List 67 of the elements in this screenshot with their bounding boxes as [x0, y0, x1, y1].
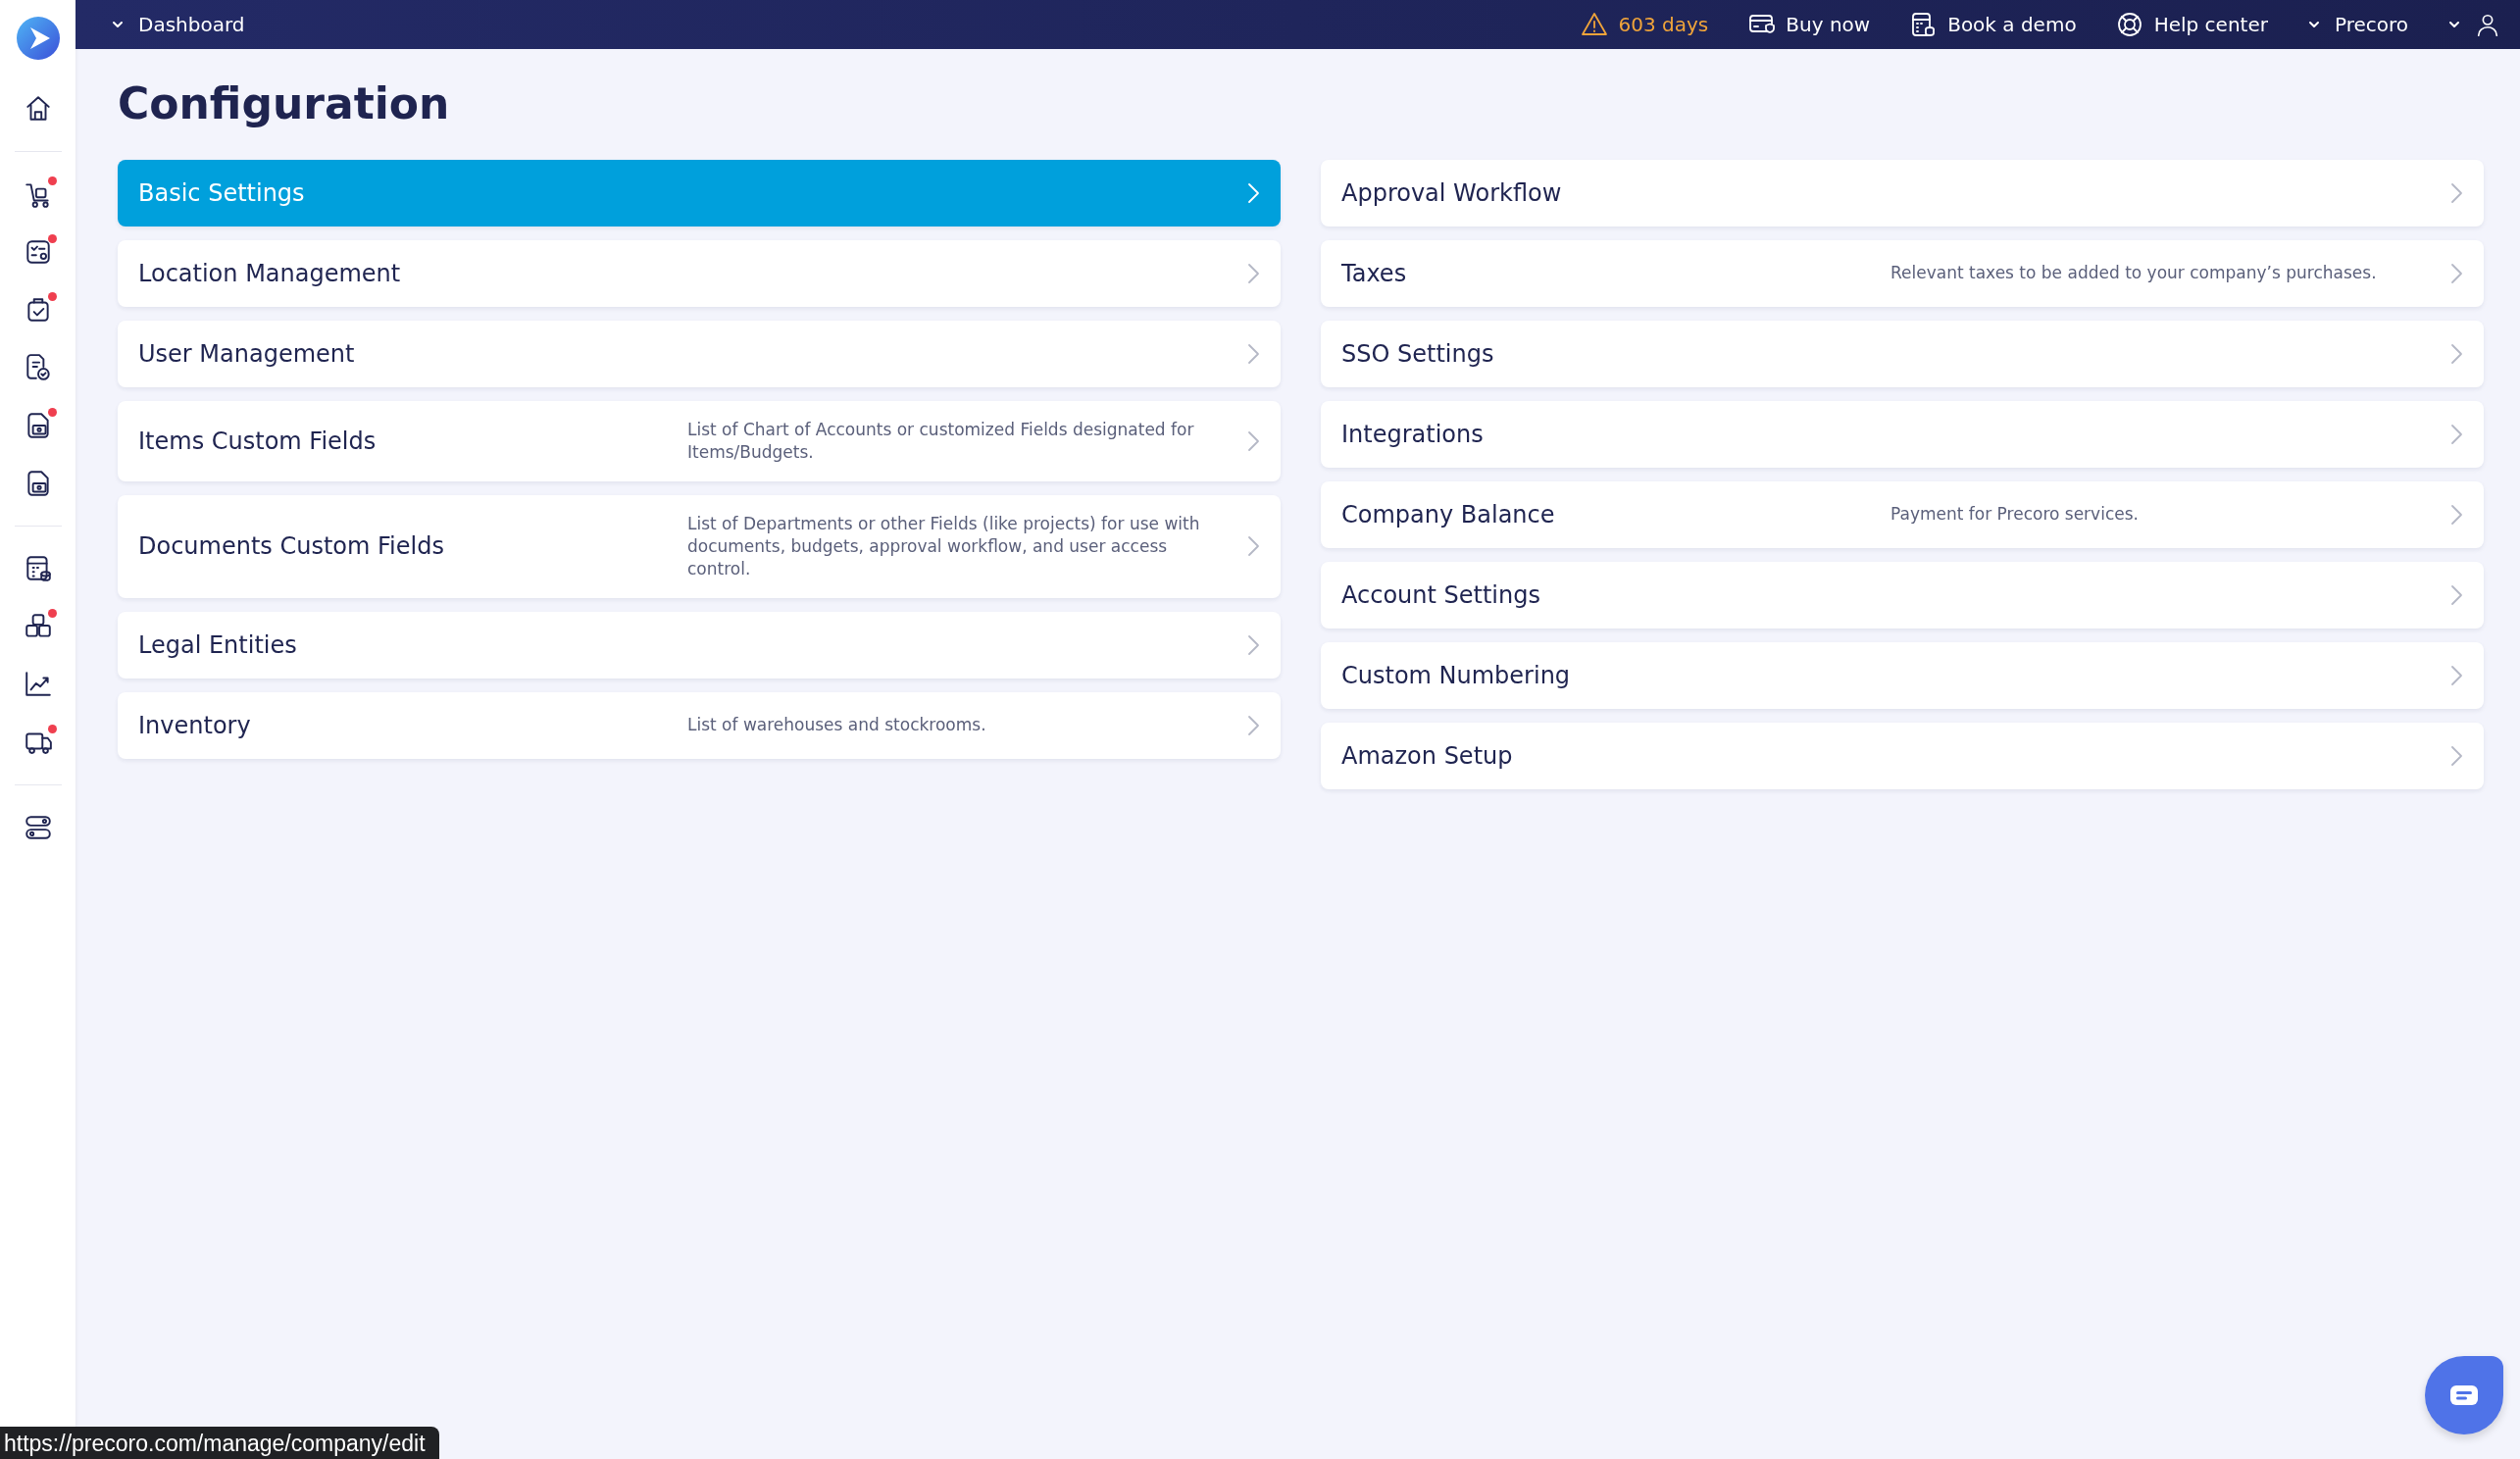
- settings-card[interactable]: Account Settings: [1321, 561, 2484, 629]
- settings-card[interactable]: Documents Custom Fields List of Departments or other Fields (like projects) for use with documents, budgets, approval workflow, and user access control.: [118, 494, 1281, 598]
- user-icon: [2475, 12, 2500, 37]
- card-title: Basic Settings: [138, 178, 306, 207]
- chevron-right-icon: [1245, 261, 1261, 285]
- settings-card[interactable]: Location Management: [118, 239, 1281, 307]
- card-title: Integrations: [1341, 420, 1485, 448]
- card-title: Company Balance: [1341, 500, 1556, 528]
- top-bar-link[interactable]: Book a demo: [1909, 11, 2077, 38]
- card-title: Taxes: [1341, 259, 1408, 287]
- settings-card[interactable]: Integrations: [1321, 400, 2484, 468]
- card-title: Legal Entities: [138, 630, 298, 659]
- trial-days-link[interactable]: 603 days: [1580, 11, 1709, 38]
- chevron-right-icon: [2448, 582, 2464, 607]
- logo-icon[interactable]: [16, 17, 60, 60]
- settings-card[interactable]: Taxes Relevant taxes to be added to your company’s purchases.: [1321, 239, 2484, 307]
- card-title: SSO Settings: [1341, 339, 1495, 368]
- chevron-right-icon: [2448, 502, 2464, 527]
- card-description: Relevant taxes to be added to your company’s purchases.: [1890, 262, 2378, 285]
- card-title: Approval Workflow: [1341, 178, 1563, 207]
- chevron-right-icon: [2448, 341, 2464, 366]
- chevron-right-icon: [2448, 180, 2464, 205]
- line-chart-icon[interactable]: [23, 670, 53, 699]
- chevron-right-icon: [1245, 534, 1261, 559]
- card-description: List of Departments or other Fields (like projects) for use with documents, budgets, approval workflow, and user access control.: [687, 512, 1201, 580]
- page-title: Configuration: [118, 78, 451, 130]
- settings-card[interactable]: Legal Entities: [118, 611, 1281, 679]
- calculator-icon[interactable]: [1909, 11, 1938, 38]
- card-title: Inventory: [138, 711, 252, 739]
- chevron-right-icon: [1245, 632, 1261, 657]
- toggles-icon[interactable]: [23, 813, 53, 842]
- breadcrumb-dropdown[interactable]: Dashboard: [111, 13, 245, 36]
- card-title: Documents Custom Fields: [138, 532, 445, 561]
- top-bar-link[interactable]: Buy now: [1747, 11, 1871, 38]
- warning-icon: [1580, 11, 1608, 38]
- lifebuoy-icon[interactable]: [2115, 11, 2143, 38]
- settings-card[interactable]: Amazon Setup: [1321, 722, 2484, 789]
- card-title: Location Management: [138, 259, 402, 287]
- settings-card[interactable]: Approval Workflow: [1321, 159, 2484, 226]
- chat-button[interactable]: [2425, 1356, 2503, 1434]
- card-description: List of warehouses and stockrooms.: [687, 714, 987, 737]
- settings-card[interactable]: User Management: [118, 320, 1281, 387]
- card-description: List of Chart of Accounts or customized Fields designated for Items/Budgets.: [687, 418, 1195, 464]
- chevron-right-icon: [1245, 341, 1261, 366]
- settings-card[interactable]: Custom Numbering: [1321, 641, 2484, 709]
- status-url: https://precoro.com/manage/company/edit: [4, 1431, 426, 1456]
- settings-card[interactable]: Company Balance Payment for Precoro services.: [1321, 480, 2484, 548]
- card-title: Amazon Setup: [1341, 741, 1514, 770]
- chevron-right-icon: [1245, 428, 1261, 453]
- settings-card[interactable]: Inventory List of warehouses and stockrooms.: [118, 691, 1281, 759]
- chevron-right-icon: [2448, 422, 2464, 446]
- chevron-right-icon: [2448, 261, 2464, 285]
- card-title: Custom Numbering: [1341, 661, 1572, 689]
- settings-card[interactable]: Items Custom Fields List of Chart of Accounts or customized Fields designated for Items/Budgets.: [118, 400, 1281, 481]
- card-description: Payment for Precoro services.: [1890, 503, 2140, 527]
- card-title: User Management: [138, 339, 356, 368]
- chat-icon: [2449, 1384, 2479, 1406]
- card-title: Account Settings: [1341, 580, 1541, 609]
- chevron-right-icon: [1245, 713, 1261, 737]
- chevron-right-icon: [2448, 663, 2464, 687]
- chevron-right-icon: [1245, 180, 1261, 205]
- company-dropdown[interactable]: Precoro: [2306, 13, 2408, 36]
- chevron-right-icon: [2448, 743, 2464, 768]
- card-title: Items Custom Fields: [138, 427, 378, 455]
- settings-card[interactable]: SSO Settings: [1321, 320, 2484, 387]
- user-menu-button[interactable]: [2447, 12, 2500, 37]
- top-bar-link[interactable]: Help center: [2115, 11, 2268, 38]
